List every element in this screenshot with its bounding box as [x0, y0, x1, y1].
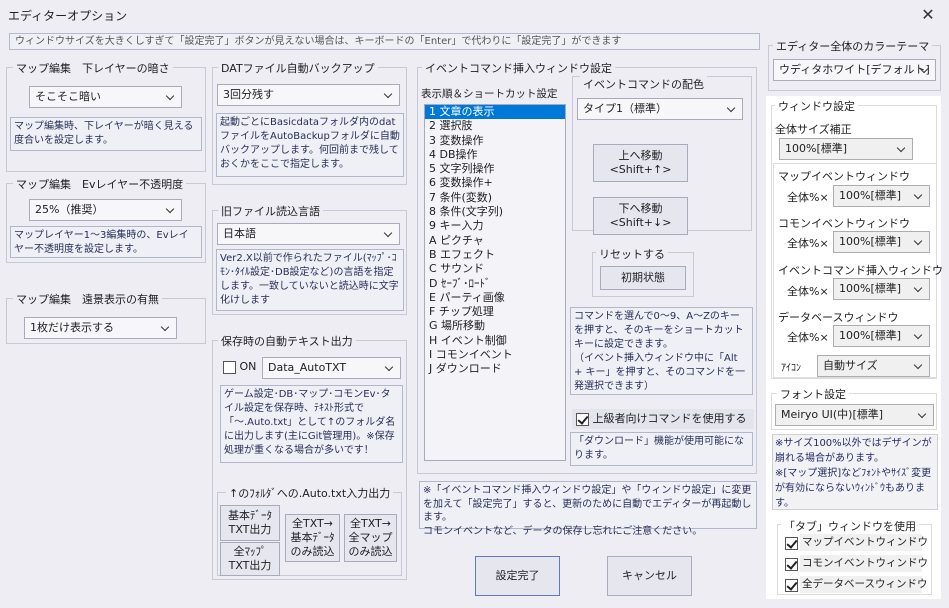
- all-txt-basic-load-button[interactable]: 全TXT→ 基本ﾃﾞｰﾀ のみ読込: [285, 514, 340, 562]
- event-cmd-list-item[interactable]: 7 条件(変数): [425, 191, 565, 205]
- map-lower-layer-note: マップ編集時、下レイヤーが暗く見える度合いを設定します。: [10, 117, 202, 151]
- advanced-cmd-checkbox[interactable]: 上級者向けコマンドを使用する: [572, 409, 754, 429]
- event-color-select[interactable]: タイプ1（標準）: [577, 98, 743, 120]
- map-event-window-label: マップイベントウィンドウ: [778, 170, 910, 183]
- font-select[interactable]: Meiryo UI(中)[標準]: [775, 404, 934, 426]
- shortcut-note: コマンドを選んで0～9、A～Zのキーを押すと、そのキーをショートカットキーに設定…: [570, 307, 753, 395]
- old-file-lang-note: Ver2.X以前で作られたファイル(ﾏｯﾌﾟ･ｺﾓﾝ･ﾀｲﾙ設定･DB設定など)…: [216, 249, 404, 311]
- ok-button[interactable]: 設定完了: [475, 556, 560, 596]
- event-cmd-list-item[interactable]: F チップ処理: [425, 305, 565, 319]
- auto-text-label: 保存時の自動テキスト出力: [218, 333, 356, 349]
- map-ev-opacity-note: マップレイヤー1～3編集時の、Evレイヤー不透明度を設定します。: [10, 226, 202, 258]
- old-file-lang-label: 旧ファイル読込言語: [218, 203, 323, 219]
- event-cmd-list-item[interactable]: A ピクチャ: [425, 234, 565, 248]
- close-icon[interactable]: ✕: [914, 4, 942, 26]
- checkbox-checked-icon[interactable]: [576, 412, 589, 426]
- event-color-label: イベントコマンドの配色: [580, 76, 707, 92]
- tab-map-event-label: マップイベントウィンドウ: [800, 534, 928, 551]
- checkbox-checked-icon[interactable]: [785, 578, 798, 592]
- all-txt-map-load-button[interactable]: 全TXT→ 全マップ のみ読込: [344, 514, 397, 562]
- move-up-button[interactable]: 上へ移動 <Shift+↑>: [593, 144, 688, 182]
- event-cmd-window-label: イベントコマンド挿入ウィンドウ: [778, 264, 943, 277]
- event-cmd-list-item[interactable]: B エフェクト: [425, 248, 565, 262]
- window-settings-label: ウィンドウ設定: [775, 98, 858, 114]
- restart-note: ※「イベントコマンド挿入ウィンドウ設定」や「ウィンドウ設定」に変更を加えて「設定…: [419, 481, 757, 537]
- auto-text-on-label: ON: [239, 360, 257, 373]
- event-cmd-list-items: 1 文章の表示 2 選択肢 3 変数操作 4 DB操作 5 文字列操作 6 変数操作+ 7 …: [425, 105, 565, 377]
- common-event-window-label: コモンイベントウィンドウ: [778, 217, 910, 230]
- map-event-window-select[interactable]: 100%[標準]: [833, 185, 930, 207]
- dat-backup-select[interactable]: 3回分残す: [217, 84, 400, 106]
- event-cmd-list-item[interactable]: D ｾｰﾌﾞ･ﾛｰﾄﾞ: [425, 277, 565, 291]
- checkbox-icon[interactable]: [223, 360, 236, 374]
- tab-map-event-checkbox[interactable]: [785, 536, 798, 550]
- database-window-label: データベースウィンドウ: [778, 311, 899, 324]
- event-cmd-list-item[interactable]: 9 キー入力: [425, 219, 565, 233]
- old-file-lang-select[interactable]: 日本語: [217, 223, 400, 245]
- event-cmd-list-item[interactable]: 1 文章の表示: [425, 105, 565, 120]
- tab-common-event-label: コモンイベントウィンドウ: [800, 555, 928, 572]
- checkbox-checked-icon[interactable]: [785, 557, 798, 571]
- common-event-window-select[interactable]: 100%[標準]: [833, 231, 930, 253]
- reset-default-button[interactable]: 初期状態: [600, 266, 686, 290]
- dat-backup-note: 起動ごとにBasicdataフォルダ内のdatファイルをAutoBackupフォ…: [216, 113, 404, 177]
- info-banner: ウィンドウサイズを大きくしすぎて「設定完了」ボタンが見えない場合は、キーボードの…: [9, 33, 760, 50]
- auto-text-note: ゲーム設定･DB･マップ･コモンEv･タイル設定を保存時、ﾃｷｽﾄ形式で「～.A…: [220, 385, 403, 463]
- event-cmd-list-item[interactable]: G 場所移動: [425, 319, 565, 333]
- common-event-window-prefix: 全体%×: [787, 237, 829, 250]
- window-title: エディターオプション: [8, 9, 128, 23]
- event-cmd-window-select[interactable]: 100%[標準]: [833, 278, 930, 300]
- event-cmd-window-prefix: 全体%×: [787, 285, 829, 298]
- theme-label: エディター全体のカラーテーマ: [773, 38, 933, 54]
- event-cmd-list-item[interactable]: J ダウンロード: [425, 362, 565, 376]
- font-note: ※サイズ100%以外ではデザインが崩れる場合があります。 ※[マップ選択]などﾌ…: [772, 434, 938, 510]
- map-ev-opacity-select[interactable]: 25%（推奨）: [29, 199, 182, 221]
- icon-size-select[interactable]: 自動サイズ: [817, 355, 930, 377]
- icon-size-label: ｱｲｺﾝ: [781, 363, 801, 374]
- checkbox-checked-icon[interactable]: [785, 536, 798, 550]
- font-label: フォント設定: [777, 386, 849, 402]
- dat-backup-label: DATファイル自動バックアップ: [218, 60, 378, 76]
- map-ev-opacity-label: マップ編集 Evレイヤー不透明度: [13, 176, 187, 192]
- tab-common-event-checkbox[interactable]: [785, 557, 798, 571]
- title-bar: エディターオプション ✕: [0, 0, 949, 30]
- event-cmd-list-item[interactable]: I コモンイベント: [425, 348, 565, 362]
- event-cmd-list[interactable]: 1 文章の表示 2 選択肢 3 変数操作 4 DB操作 5 文字列操作 6 変数操作+ 7 …: [424, 104, 566, 461]
- auto-text-on-checkbox[interactable]: ON: [223, 360, 256, 374]
- map-distant-select[interactable]: 1枚だけ表示する: [24, 317, 177, 339]
- event-cmd-list-item[interactable]: 6 変数操作+: [425, 176, 565, 190]
- auto-text-io-label: ↑のﾌｫﾙﾀﾞへの.Auto.txt入力出力: [226, 485, 394, 501]
- map-lower-layer-label: マップ編集 下レイヤーの暗さ: [13, 60, 173, 76]
- tab-database-checkbox[interactable]: [785, 578, 798, 592]
- tabs-label: 「タブ」ウィンドウを使用: [781, 518, 919, 534]
- event-cmd-list-item[interactable]: 3 変数操作: [425, 134, 565, 148]
- move-down-button[interactable]: 下へ移動 <Shift+↓>: [593, 197, 688, 235]
- all-map-txt-output-button[interactable]: 全ﾏｯﾌﾟ TXT出力: [220, 542, 280, 576]
- event-cmd-list-item[interactable]: 5 文字列操作: [425, 162, 565, 176]
- reset-label: リセットする: [596, 246, 668, 262]
- event-cmd-label: イベントコマンド挿入ウィンドウ設定: [422, 60, 615, 76]
- event-cmd-list-item[interactable]: 4 DB操作: [425, 148, 565, 162]
- event-cmd-list-item[interactable]: 2 選択肢: [425, 119, 565, 133]
- event-cmd-list-item[interactable]: E パーティ画像: [425, 291, 565, 305]
- map-lower-layer-select[interactable]: そこそこ暗い: [29, 86, 182, 108]
- auto-text-folder-select[interactable]: Data_AutoTXT: [262, 357, 401, 379]
- theme-select[interactable]: ウディタホワイト[デフォルト]: [773, 59, 936, 81]
- advanced-cmd-note: 「ダウンロード」機能が使用可能になります。: [570, 432, 753, 466]
- map-event-window-prefix: 全体%×: [787, 191, 829, 204]
- overall-size-select[interactable]: 100%[標準]: [779, 138, 913, 160]
- map-distant-label: マップ編集 遠景表示の有無: [13, 291, 162, 307]
- basic-data-txt-output-button[interactable]: 基本ﾃﾞｰﾀ TXT出力: [220, 505, 280, 541]
- event-cmd-list-item[interactable]: H イベント制御: [425, 334, 565, 348]
- overall-size-label: 全体サイズ補正: [775, 123, 852, 136]
- event-cmd-list-item[interactable]: C サウンド: [425, 262, 565, 276]
- event-cmd-order-label: 表示順＆ショートカット設定: [421, 88, 558, 100]
- event-cmd-list-item[interactable]: 8 条件(文字列): [425, 205, 565, 219]
- database-window-select[interactable]: 100%[標準]: [833, 325, 930, 347]
- tab-database-label: 全データベースウィンドウ: [800, 576, 927, 593]
- cancel-button[interactable]: キャンセル: [607, 556, 692, 596]
- advanced-cmd-label: 上級者向けコマンドを使用する: [592, 412, 747, 425]
- database-window-prefix: 全体%×: [787, 331, 829, 344]
